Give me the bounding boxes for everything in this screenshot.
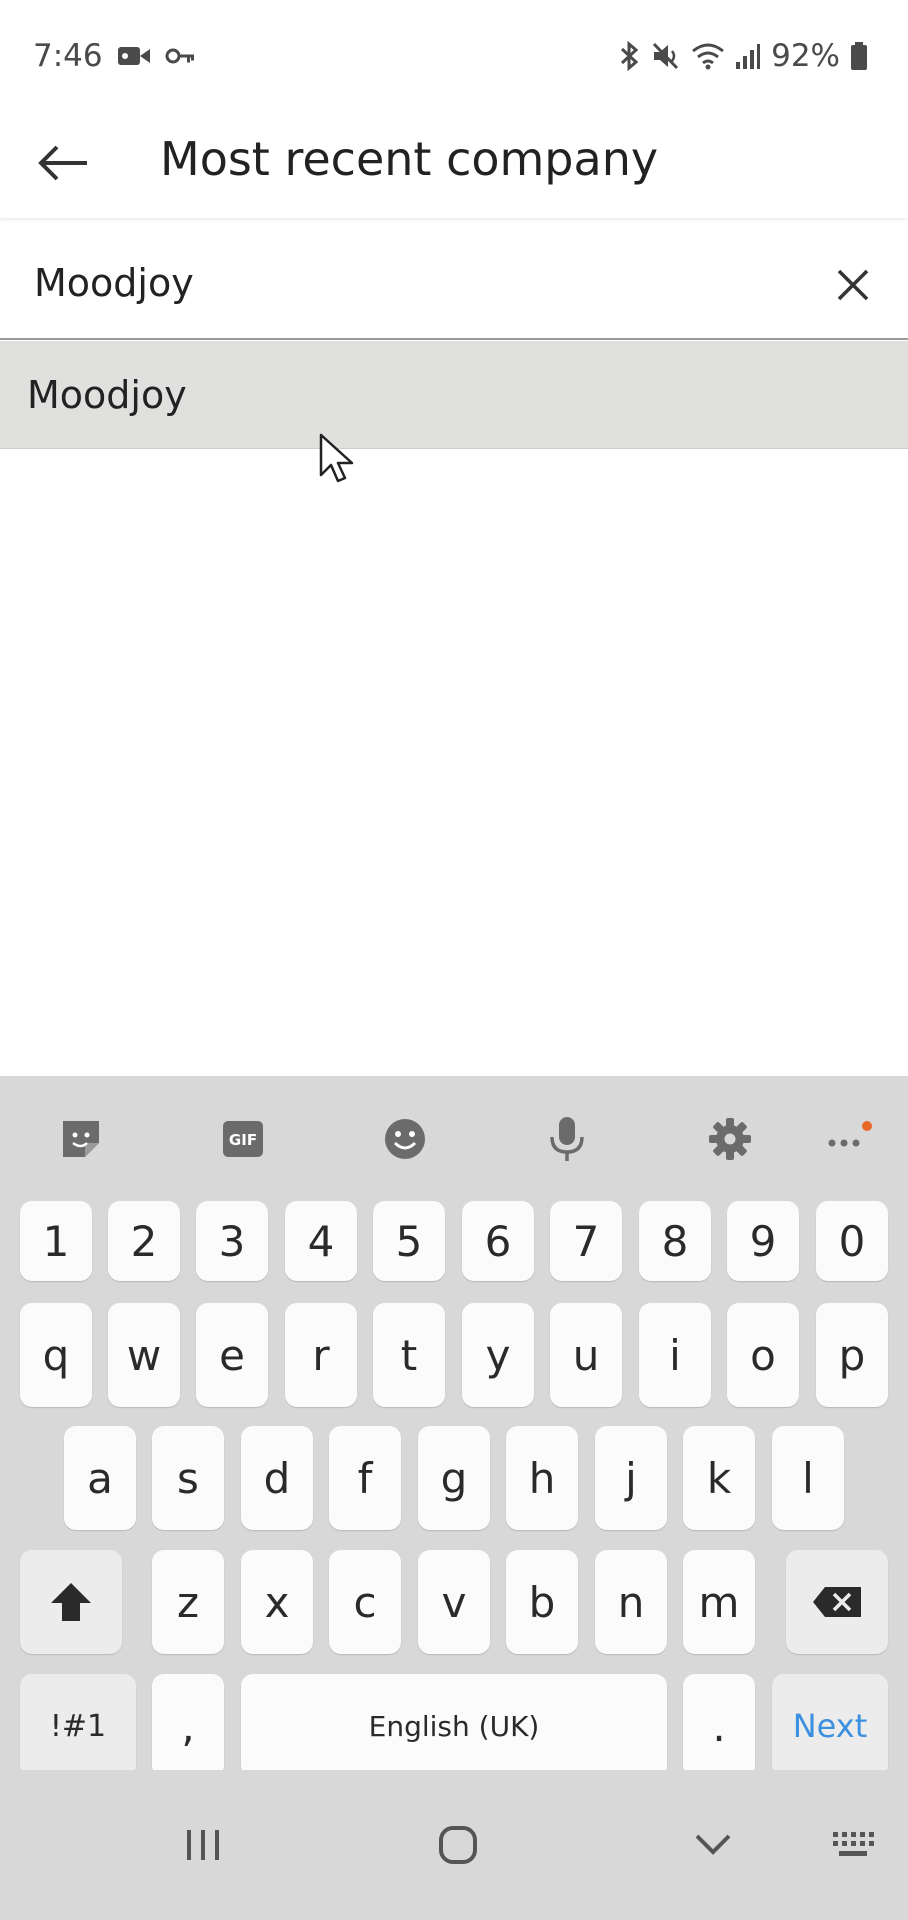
key-1[interactable]: 1 bbox=[20, 1201, 92, 1281]
mute-icon bbox=[651, 41, 681, 71]
key-v[interactable]: v bbox=[418, 1550, 490, 1654]
backspace-key[interactable] bbox=[786, 1550, 888, 1654]
key-2[interactable]: 2 bbox=[108, 1201, 180, 1281]
hide-keyboard-button[interactable] bbox=[678, 1810, 748, 1880]
battery-percentage: 92% bbox=[771, 38, 840, 74]
key-0[interactable]: 0 bbox=[816, 1201, 888, 1281]
key-j[interactable]: j bbox=[595, 1426, 667, 1530]
symbols-key[interactable]: !#1 bbox=[20, 1674, 136, 1778]
gif-icon[interactable]: GIF bbox=[218, 1114, 268, 1164]
settings-icon[interactable] bbox=[705, 1114, 755, 1164]
microphone-icon[interactable] bbox=[542, 1114, 592, 1164]
mouse-pointer-icon bbox=[319, 433, 354, 483]
comma-key[interactable]: , bbox=[152, 1674, 224, 1778]
key-t[interactable]: t bbox=[373, 1303, 445, 1407]
clear-search-button[interactable] bbox=[820, 252, 886, 318]
key-7[interactable]: 7 bbox=[550, 1201, 622, 1281]
company-search-field bbox=[0, 230, 908, 340]
home-icon bbox=[439, 1826, 477, 1864]
suggestion-item[interactable]: Moodjoy bbox=[0, 341, 908, 449]
key-c[interactable]: c bbox=[329, 1550, 401, 1654]
emoji-icon[interactable] bbox=[380, 1114, 430, 1164]
key-y[interactable]: y bbox=[462, 1303, 534, 1407]
key-m[interactable]: m bbox=[683, 1550, 755, 1654]
status-time: 7:46 bbox=[33, 38, 103, 74]
key-6[interactable]: 6 bbox=[462, 1201, 534, 1281]
key-o[interactable]: o bbox=[727, 1303, 799, 1407]
key-4[interactable]: 4 bbox=[285, 1201, 357, 1281]
key-i[interactable]: i bbox=[639, 1303, 711, 1407]
gif-label: GIF bbox=[229, 1131, 257, 1149]
key-e[interactable]: e bbox=[196, 1303, 268, 1407]
key-k[interactable]: k bbox=[683, 1426, 755, 1530]
app-bar: Most recent company bbox=[0, 110, 908, 218]
page-title: Most recent company bbox=[160, 132, 659, 186]
status-right: 92% bbox=[619, 36, 868, 76]
next-key[interactable]: Next bbox=[772, 1674, 888, 1778]
navigation-bar bbox=[0, 1770, 908, 1920]
signal-icon bbox=[735, 42, 761, 70]
status-bar: 7:46 92% bbox=[0, 0, 908, 110]
key-d[interactable]: d bbox=[241, 1426, 313, 1530]
status-left: 7:46 bbox=[33, 36, 195, 76]
key-n[interactable]: n bbox=[595, 1550, 667, 1654]
shift-arrow-icon bbox=[51, 1583, 91, 1621]
bluetooth-icon bbox=[619, 41, 641, 71]
key-icon bbox=[165, 46, 195, 66]
company-search-input[interactable] bbox=[34, 250, 794, 316]
key-8[interactable]: 8 bbox=[639, 1201, 711, 1281]
key-z[interactable]: z bbox=[152, 1550, 224, 1654]
sticker-icon[interactable] bbox=[56, 1114, 106, 1164]
keyboard-icon bbox=[833, 1832, 874, 1856]
key-9[interactable]: 9 bbox=[727, 1201, 799, 1281]
key-x[interactable]: x bbox=[241, 1550, 313, 1654]
period-key[interactable]: . bbox=[683, 1674, 755, 1778]
recent-apps-button[interactable] bbox=[168, 1810, 238, 1880]
key-l[interactable]: l bbox=[772, 1426, 844, 1530]
backspace-icon bbox=[813, 1587, 861, 1617]
key-w[interactable]: w bbox=[108, 1303, 180, 1407]
home-button[interactable] bbox=[423, 1810, 493, 1880]
shift-key[interactable] bbox=[20, 1550, 122, 1654]
battery-icon bbox=[850, 41, 868, 71]
more-icon[interactable] bbox=[820, 1114, 880, 1164]
key-s[interactable]: s bbox=[152, 1426, 224, 1530]
key-g[interactable]: g bbox=[418, 1426, 490, 1530]
on-screen-keyboard: GIF 1 2 3 4 5 6 7 8 9 0 q w e r t y u i … bbox=[0, 1076, 908, 1778]
key-b[interactable]: b bbox=[506, 1550, 578, 1654]
arrow-left-icon bbox=[38, 145, 87, 181]
recent-apps-icon bbox=[187, 1830, 219, 1860]
space-key[interactable]: English (UK) bbox=[241, 1674, 667, 1778]
key-u[interactable]: u bbox=[550, 1303, 622, 1407]
key-r[interactable]: r bbox=[285, 1303, 357, 1407]
keyboard-toolbar: GIF bbox=[0, 1076, 908, 1196]
suggestion-label: Moodjoy bbox=[27, 373, 187, 417]
key-a[interactable]: a bbox=[64, 1426, 136, 1530]
back-down-icon bbox=[695, 1834, 731, 1855]
wifi-icon bbox=[691, 42, 725, 70]
video-record-icon bbox=[117, 44, 151, 68]
keyboard-switch-button[interactable] bbox=[818, 1810, 888, 1880]
key-5[interactable]: 5 bbox=[373, 1201, 445, 1281]
key-3[interactable]: 3 bbox=[196, 1201, 268, 1281]
close-icon bbox=[837, 269, 869, 301]
back-button[interactable] bbox=[30, 130, 96, 196]
key-q[interactable]: q bbox=[20, 1303, 92, 1407]
key-f[interactable]: f bbox=[329, 1426, 401, 1530]
key-p[interactable]: p bbox=[816, 1303, 888, 1407]
key-h[interactable]: h bbox=[506, 1426, 578, 1530]
